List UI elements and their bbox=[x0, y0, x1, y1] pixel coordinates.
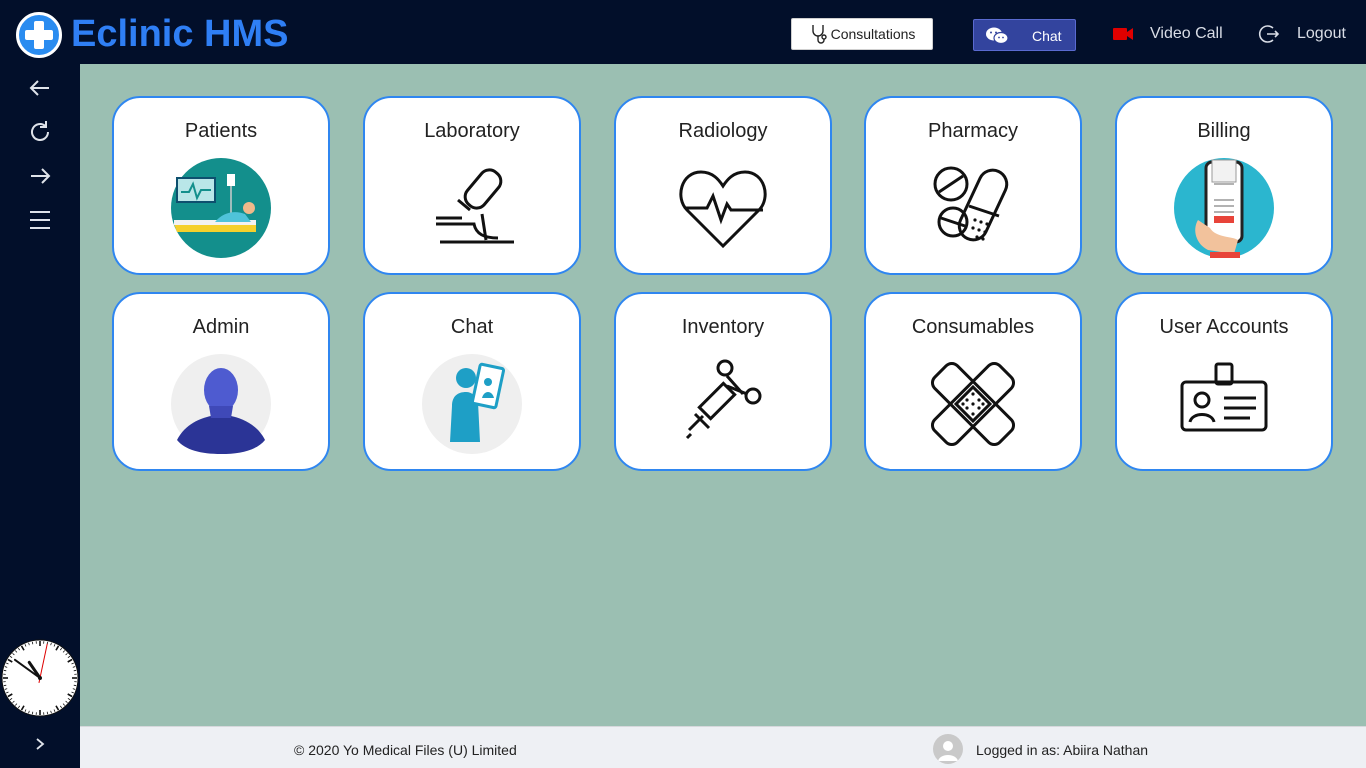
mobile-pay-icon bbox=[1174, 158, 1274, 258]
footer: © 2020 Yo Medical Files (U) Limited Logg… bbox=[80, 726, 1366, 768]
tile-consumables[interactable]: Consumables bbox=[864, 292, 1082, 471]
tile-patients[interactable]: Patients bbox=[112, 96, 330, 275]
tile-inventory[interactable]: Inventory bbox=[614, 292, 832, 471]
microscope-icon bbox=[436, 168, 514, 244]
tile-label: Patients bbox=[184, 120, 258, 142]
tile-label: Radiology bbox=[678, 120, 768, 142]
sidebar bbox=[0, 64, 80, 768]
chat-label: Chat bbox=[1032, 28, 1062, 44]
wechat-icon bbox=[986, 27, 1009, 45]
tile-label: User Accounts bbox=[1159, 316, 1289, 338]
tile-label: Chat bbox=[450, 316, 494, 338]
tile-label: Admin bbox=[192, 316, 250, 338]
logout-icon bbox=[1258, 25, 1280, 43]
user-avatar-icon[interactable] bbox=[933, 734, 963, 764]
consultations-label: Consultations bbox=[830, 26, 916, 42]
video-call-label: Video Call bbox=[1150, 25, 1223, 42]
chevron-right-icon bbox=[36, 738, 45, 750]
logout-button[interactable]: Logout bbox=[1258, 22, 1346, 46]
tile-user-accounts[interactable]: User Accounts bbox=[1115, 292, 1333, 471]
heartbeat-icon bbox=[679, 170, 767, 249]
stethoscope-icon bbox=[811, 25, 827, 44]
admin-avatar-icon bbox=[171, 354, 271, 454]
tile-laboratory[interactable]: Laboratory bbox=[363, 96, 581, 275]
tile-chat[interactable]: Chat bbox=[363, 292, 581, 471]
tile-label: Inventory bbox=[681, 316, 765, 338]
back-arrow-icon[interactable] bbox=[27, 75, 53, 101]
id-card-icon bbox=[1180, 362, 1268, 432]
tile-label: Billing bbox=[1197, 120, 1251, 142]
top-bar: Eclinic HMS Consultations Chat Video Cal… bbox=[0, 0, 1366, 64]
copyright-text: © 2020 Yo Medical Files (U) Limited bbox=[294, 742, 517, 758]
forward-arrow-icon[interactable] bbox=[27, 163, 53, 189]
pills-icon bbox=[933, 166, 1009, 242]
tile-admin[interactable]: Admin bbox=[112, 292, 330, 471]
logged-in-text: Logged in as: Abiira Nathan bbox=[976, 742, 1149, 758]
expand-sidebar-button[interactable] bbox=[0, 720, 80, 768]
refresh-icon[interactable] bbox=[27, 119, 53, 145]
menu-icon[interactable] bbox=[27, 207, 53, 233]
doctor-tablet-icon bbox=[422, 354, 522, 454]
tile-label: Laboratory bbox=[424, 120, 520, 142]
bandage-icon bbox=[930, 361, 1016, 447]
tile-billing[interactable]: Billing bbox=[1115, 96, 1333, 275]
video-call-button[interactable]: Video Call bbox=[1112, 22, 1223, 46]
tile-radiology[interactable]: Radiology bbox=[614, 96, 832, 275]
medical-cross-logo-icon bbox=[16, 12, 62, 58]
tile-label: Consumables bbox=[911, 316, 1035, 338]
syringe-icon bbox=[685, 359, 762, 440]
tile-label: Pharmacy bbox=[927, 120, 1019, 142]
analog-clock bbox=[1, 639, 79, 717]
chat-button[interactable]: Chat bbox=[973, 19, 1076, 51]
consultations-button[interactable]: Consultations bbox=[791, 18, 933, 50]
tile-pharmacy[interactable]: Pharmacy bbox=[864, 96, 1082, 275]
video-camera-icon bbox=[1113, 28, 1133, 40]
app-title: Eclinic HMS bbox=[71, 13, 289, 55]
logout-label: Logout bbox=[1297, 25, 1346, 42]
patient-bed-icon bbox=[171, 158, 271, 258]
